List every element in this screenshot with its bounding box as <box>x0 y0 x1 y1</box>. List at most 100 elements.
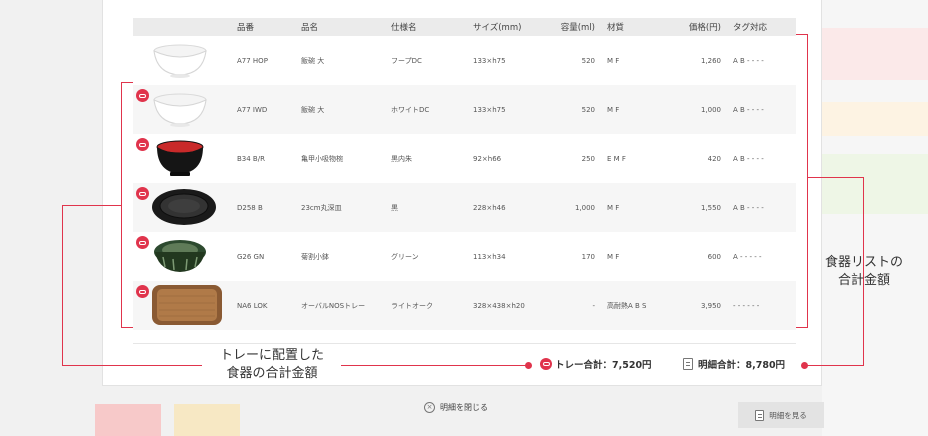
dish-image-cell <box>133 232 233 281</box>
column-header: 品名 <box>297 18 387 36</box>
cell-price: 600 <box>707 252 721 261</box>
tray-total-callout: トレーに配置した 食器の合計金額 <box>203 347 341 383</box>
cell-size: 133×h75 <box>473 56 506 65</box>
callout-line <box>62 365 202 366</box>
callout-line <box>62 205 63 366</box>
dish-image-cell <box>133 281 233 330</box>
column-header: 品番 <box>233 18 297 36</box>
tray-icon <box>136 138 149 151</box>
background-block <box>822 28 928 80</box>
close-details-label: 明細を閉じる <box>440 403 488 412</box>
background-block <box>822 154 928 214</box>
column-header: サイズ(mm) <box>469 18 559 36</box>
dish-image <box>151 284 233 328</box>
cell-spec: 黒 <box>387 183 469 232</box>
column-header: 価格(円) <box>665 18 729 36</box>
cell-price: 420 <box>707 154 721 163</box>
table-header-row: 品番 品名 仕様名 サイズ(mm) 容量(ml) 材質 価格(円) タグ対応 <box>133 18 796 36</box>
close-details-button[interactable]: × 明細を閉じる <box>424 402 488 413</box>
cell-code: G26 GN <box>237 252 265 261</box>
tray-icon <box>136 285 149 298</box>
tray-total-label: トレー合計：7,520円 <box>555 360 652 371</box>
cell-volume: 250 <box>581 154 595 163</box>
cell-volume: 520 <box>559 85 603 134</box>
cell-spec: ライトオーク <box>387 281 469 330</box>
cell-tag: A B - - - - <box>733 154 764 163</box>
callout-line <box>806 365 864 366</box>
cell-size: 92×h66 <box>473 154 502 163</box>
tableware-list-table: 品番 品名 仕様名 サイズ(mm) 容量(ml) 材質 価格(円) タグ対応 A77 HOP 飯… <box>133 18 796 330</box>
tray-icon <box>136 187 149 200</box>
cell-price: 3,950 <box>665 281 729 330</box>
dish-image-cell <box>133 85 233 134</box>
dish-image-cell <box>133 134 233 183</box>
cell-tag: - - - - - - <box>729 281 796 330</box>
cell-material: 高耐熱A B S <box>603 281 665 330</box>
cell-tag: A B - - - - <box>729 85 796 134</box>
divider <box>133 343 796 344</box>
cell-size: 133×h75 <box>469 85 559 134</box>
column-header: 仕様名 <box>387 18 469 36</box>
cell-code: NA6 LOK <box>233 281 297 330</box>
cell-spec: グリーン <box>391 252 419 261</box>
table-row[interactable]: A77 IWD 飯碗 大ホワイトDC 133×h75 520 M F 1,000 A B -… <box>133 85 796 134</box>
callout-dot <box>525 362 532 369</box>
table-row[interactable]: A77 HOP 飯碗 大 フープDC 133×h75 520 M F 1,260 A B - … <box>133 36 796 85</box>
dish-image <box>151 42 233 80</box>
callout-line <box>121 82 133 83</box>
tray-icon <box>540 358 552 370</box>
table-row[interactable]: NA6 LOK オーバルNOSトレー ライトオーク 328×438×h20- 高耐熱A … <box>133 281 796 330</box>
cell-name: 23cm丸深皿 <box>297 183 387 232</box>
document-icon <box>755 409 765 421</box>
table-row[interactable]: D258 B 23cm丸深皿黒 228×h46 1,000 M F 1,550 A B - … <box>133 183 796 232</box>
cell-material: M F <box>607 56 620 65</box>
dish-image <box>151 187 233 229</box>
view-details-button[interactable]: 明細を見る <box>738 402 824 428</box>
cell-name: 飯碗 大 <box>301 56 325 65</box>
cell-material: M F <box>607 252 620 261</box>
cell-size: 228×h46 <box>469 183 559 232</box>
detail-total: 明細合計：8,780円 <box>683 357 785 371</box>
callout-line <box>341 365 529 366</box>
callout-text: 食器の合計金額 <box>226 366 318 381</box>
document-icon <box>683 358 693 370</box>
callout-line <box>807 177 864 178</box>
callout-line <box>121 327 133 328</box>
background-block <box>822 102 928 136</box>
dish-image-cell <box>133 183 233 232</box>
callout-line <box>796 327 808 328</box>
column-header: 材質 <box>603 18 665 36</box>
callout-text: 食器リストの <box>824 255 903 270</box>
dish-image <box>151 138 233 180</box>
callout-dot <box>801 362 808 369</box>
cell-name: 亀甲小吸物椀 <box>301 154 343 163</box>
cell-tag: A - - - - - <box>733 252 762 261</box>
cell-price: 1,000 <box>665 85 729 134</box>
callout-line <box>807 34 808 328</box>
view-details-label: 明細を見る <box>769 410 807 420</box>
list-total-callout: 食器リストの 合計金額 <box>812 254 916 290</box>
background-button <box>174 404 240 436</box>
cell-code: B34 B/R <box>237 154 265 163</box>
cell-material: E M F <box>607 154 626 163</box>
cell-volume: 1,000 <box>559 183 603 232</box>
cell-material: M F <box>603 183 665 232</box>
cell-spec: ホワイトDC <box>387 85 469 134</box>
cell-name: オーバルNOSトレー <box>297 281 387 330</box>
cell-spec: 黒内朱 <box>391 154 412 163</box>
cell-tag: A B - - - - <box>729 183 796 232</box>
callout-text: 合計金額 <box>837 273 890 288</box>
cell-volume: - <box>559 281 603 330</box>
cell-code: D258 B <box>233 183 297 232</box>
cell-size: 328×438×h20 <box>469 281 559 330</box>
tray-icon <box>136 89 149 102</box>
cell-name: 菊割小鉢 <box>301 252 329 261</box>
table-row[interactable]: B34 B/R 亀甲小吸物椀 黒内朱 92×h66 250 E M F 420 A B - -… <box>133 134 796 183</box>
column-header: タグ対応 <box>729 18 796 36</box>
close-icon: × <box>424 402 435 413</box>
cell-volume: 520 <box>581 56 595 65</box>
cell-material: M F <box>603 85 665 134</box>
table-row[interactable]: G26 GN 菊割小鉢 グリーン 113×h34 170 M F 600 A - - - - … <box>133 232 796 281</box>
dish-image <box>151 237 233 277</box>
cell-price: 1,260 <box>700 56 721 65</box>
